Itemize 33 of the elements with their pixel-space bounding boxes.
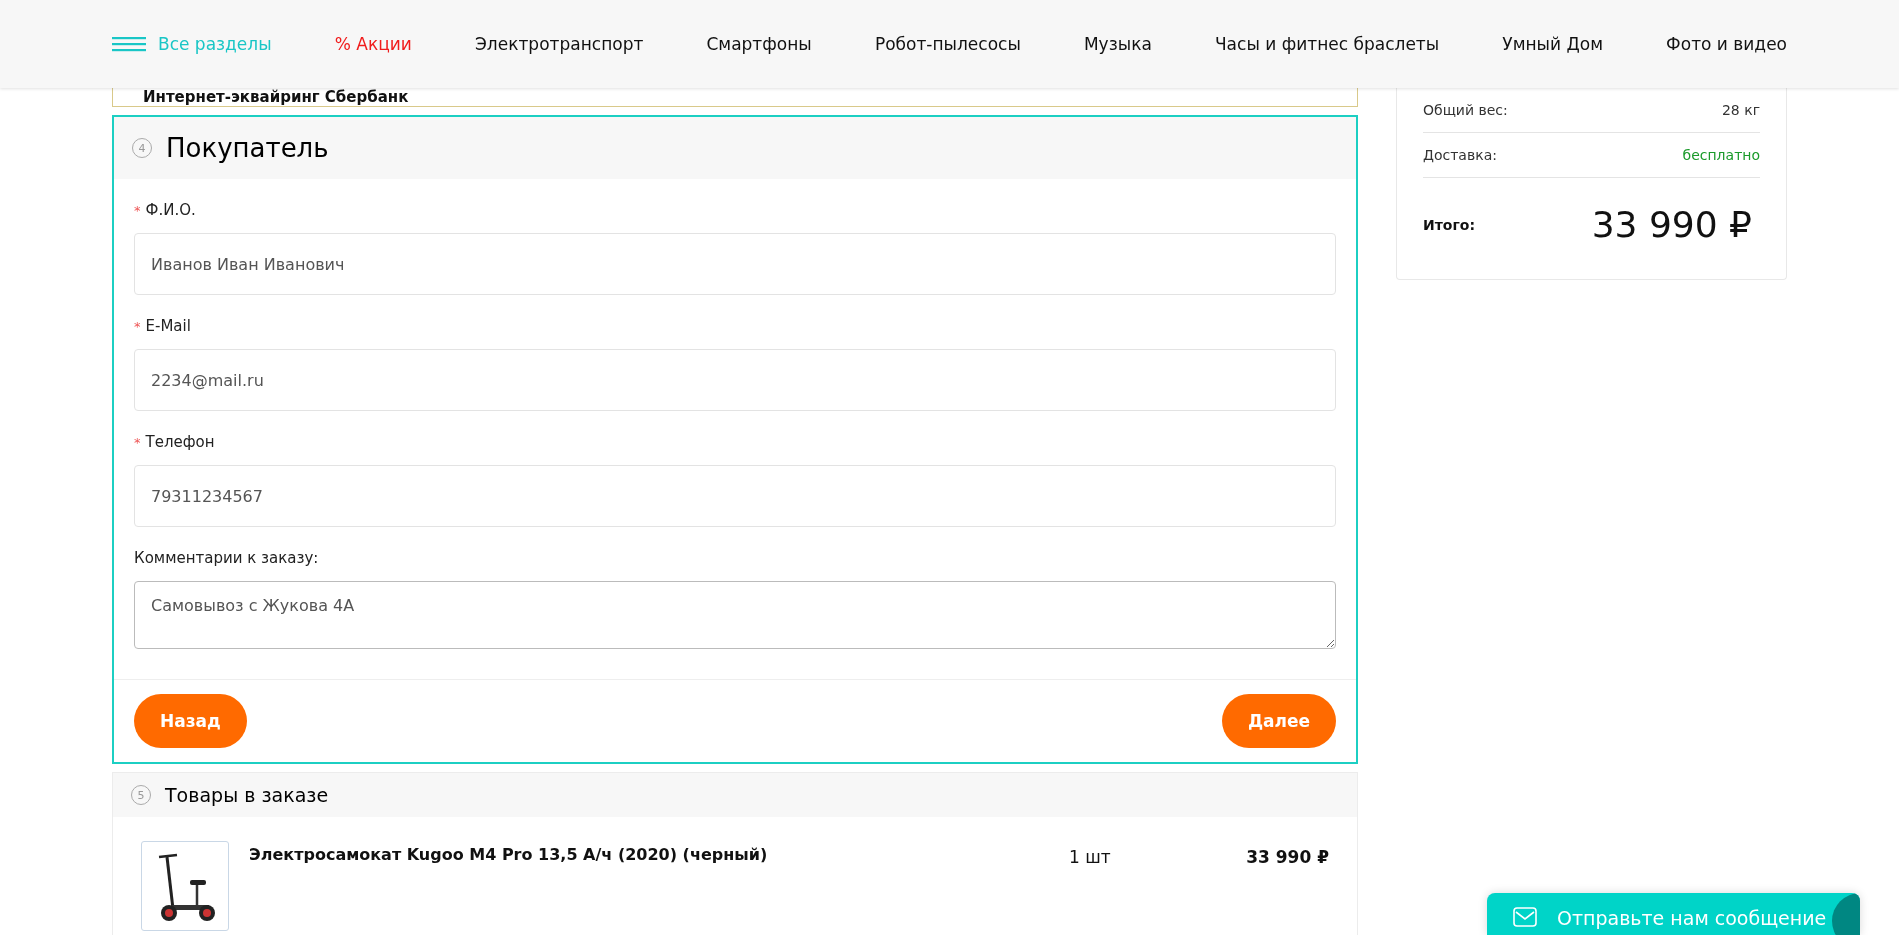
- required-asterisk: *: [134, 319, 141, 334]
- nav-link[interactable]: Музыка: [1083, 34, 1152, 54]
- nav-link[interactable]: Фото и видео: [1666, 34, 1787, 54]
- payment-option-label: Интернет-эквайринг Сбербанк: [143, 88, 409, 106]
- input-field[interactable]: 2234@mail.ru: [134, 349, 1336, 411]
- menu-icon: [112, 35, 146, 53]
- summary-label: Общий вес:: [1423, 102, 1508, 118]
- nav-link[interactable]: Смартфоны: [706, 34, 812, 54]
- nav-link[interactable]: % Акции: [334, 34, 412, 54]
- input-field[interactable]: 79311234567: [134, 465, 1336, 527]
- nav-link[interactable]: Электротранспорт: [475, 34, 644, 54]
- required-asterisk: *: [134, 203, 141, 218]
- required-asterisk: *: [134, 435, 141, 450]
- field-label: E-Mail: [145, 317, 191, 335]
- nav-link[interactable]: Робот-пылесосы: [874, 34, 1021, 54]
- field-label: Телефон: [145, 433, 215, 451]
- comment-field[interactable]: Самовывоз с Жукова 4А: [134, 581, 1336, 649]
- section-title: Товары в заказе: [165, 784, 329, 806]
- product-quantity: 1 шт: [1069, 847, 1112, 867]
- summary-value: бесплатно: [1682, 147, 1760, 163]
- mail-icon: [1513, 907, 1537, 927]
- input-field[interactable]: Иванов Иван Иванович: [134, 233, 1336, 295]
- product-name-link[interactable]: Электросамокат Kugoo M4 Pro 13,5 А/ч (2020) (черный): [249, 845, 1069, 864]
- section-title: Покупатель: [166, 133, 329, 163]
- field-label: Ф.И.О.: [145, 201, 196, 219]
- product-price: 33 990 ₽: [1246, 847, 1329, 867]
- total-label: Итого:: [1423, 216, 1475, 233]
- summary-label: Доставка:: [1423, 147, 1497, 163]
- total-price: 33 990 ₽: [1591, 204, 1752, 245]
- summary-value: 28 кг: [1721, 102, 1760, 118]
- field-label: Комментарии к заказу:: [134, 549, 319, 567]
- nav-link[interactable]: Часы и фитнес браслеты: [1214, 34, 1440, 54]
- nav-link[interactable]: Умный Дом: [1502, 34, 1603, 54]
